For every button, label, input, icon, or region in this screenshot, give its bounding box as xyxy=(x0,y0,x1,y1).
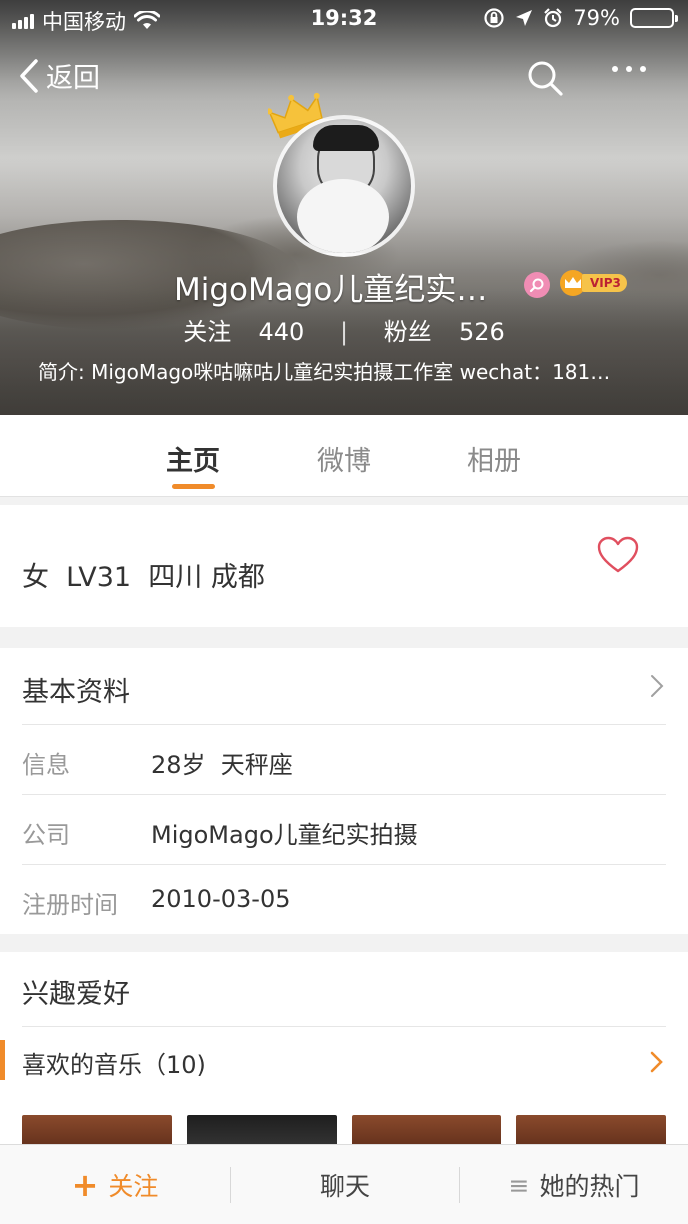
following-label: 关注 xyxy=(183,318,232,346)
status-bar: 中国移动 19:32 79% xyxy=(0,0,688,40)
follow-stats: 关注 440 | 粉丝 526 xyxy=(0,312,688,347)
profile-header: 中国移动 19:32 79% 返回 MigoMago儿童纪实… VIP3 关注 … xyxy=(0,0,688,415)
followers-link[interactable]: 粉丝 526 xyxy=(378,318,511,346)
interests-title: 兴趣爱好 xyxy=(22,979,130,1010)
chat-label: 聊天 xyxy=(319,1172,370,1201)
company-value: MigoMago儿童纪实拍摄 xyxy=(151,821,418,849)
tab-weibo[interactable]: 微博 xyxy=(317,439,371,478)
following-count: 440 xyxy=(258,318,305,346)
info-row: 信息 28岁 天秤座 xyxy=(22,725,666,795)
profile-name: MigoMago儿童纪实… xyxy=(174,272,488,308)
music-albums xyxy=(22,1115,666,1155)
register-label: 注册时间 xyxy=(22,891,118,919)
basic-info-card: 基本资料 信息 28岁 天秤座 公司 MigoMago儿童纪实拍摄 注册时间 2… xyxy=(0,648,688,934)
battery-percent: 79% xyxy=(573,6,620,30)
company-row: 公司 MigoMago儿童纪实拍摄 xyxy=(22,795,666,865)
tab-active-indicator xyxy=(172,484,215,489)
hot-label: 她的热门 xyxy=(539,1172,640,1201)
chevron-right-icon xyxy=(651,675,664,697)
chat-button[interactable]: 聊天 xyxy=(230,1145,460,1224)
search-icon[interactable] xyxy=(526,59,564,97)
profile-tabs: 主页 微博 相册 xyxy=(0,415,688,497)
vip-badge[interactable]: VIP3 xyxy=(560,270,627,296)
profile-bio[interactable]: 简介: MigoMago咪咕嘛咕儿童纪实拍摄工作室 wechat：181… xyxy=(38,356,658,385)
company-label: 公司 xyxy=(22,821,70,849)
chevron-left-icon xyxy=(20,58,38,93)
tab-album[interactable]: 相册 xyxy=(467,439,521,478)
music-accent-bar xyxy=(0,1040,5,1080)
list-icon: ≡ xyxy=(508,1170,530,1200)
interests-header: 兴趣爱好 xyxy=(22,952,666,1027)
plus-icon: + xyxy=(71,1166,99,1204)
music-row[interactable]: 喜欢的音乐（10) xyxy=(22,1027,666,1094)
music-label: 喜欢的音乐（10) xyxy=(22,1051,206,1079)
back-label: 返回 xyxy=(46,63,100,94)
register-value: 2010-03-05 xyxy=(151,885,291,913)
info-value: 28岁 天秤座 xyxy=(151,751,293,779)
follow-button[interactable]: + 关注 xyxy=(0,1145,230,1224)
basic-info-title: 基本资料 xyxy=(22,677,130,708)
bottom-action-bar: + 关注 聊天 ≡ 她的热门 xyxy=(0,1144,688,1224)
summary-line: 女 LV31 四川 成都 xyxy=(22,562,265,593)
register-row: 注册时间 2010-03-05 xyxy=(22,865,666,934)
search-badge-icon[interactable] xyxy=(524,272,550,298)
hot-posts-button[interactable]: ≡ 她的热门 xyxy=(460,1145,688,1224)
basic-info-header[interactable]: 基本资料 xyxy=(22,648,666,725)
alarm-icon xyxy=(544,8,563,28)
heart-icon[interactable] xyxy=(596,535,640,575)
back-button[interactable]: 返回 xyxy=(18,56,100,95)
chevron-right-icon xyxy=(650,1051,663,1073)
following-link[interactable]: 关注 440 xyxy=(177,318,310,346)
stats-separator: | xyxy=(339,318,349,346)
rotation-lock-icon xyxy=(484,8,504,28)
avatar[interactable] xyxy=(273,115,415,257)
follow-label: 关注 xyxy=(108,1172,159,1201)
location-icon xyxy=(516,10,533,26)
vip-level: VIP3 xyxy=(582,274,627,292)
followers-label: 粉丝 xyxy=(383,318,432,346)
info-label: 信息 xyxy=(22,751,70,779)
more-dots-icon[interactable] xyxy=(612,66,646,72)
summary-card: 女 LV31 四川 成都 xyxy=(0,505,688,627)
battery-icon xyxy=(630,8,678,28)
tab-home[interactable]: 主页 xyxy=(166,439,220,478)
followers-count: 526 xyxy=(458,318,505,346)
